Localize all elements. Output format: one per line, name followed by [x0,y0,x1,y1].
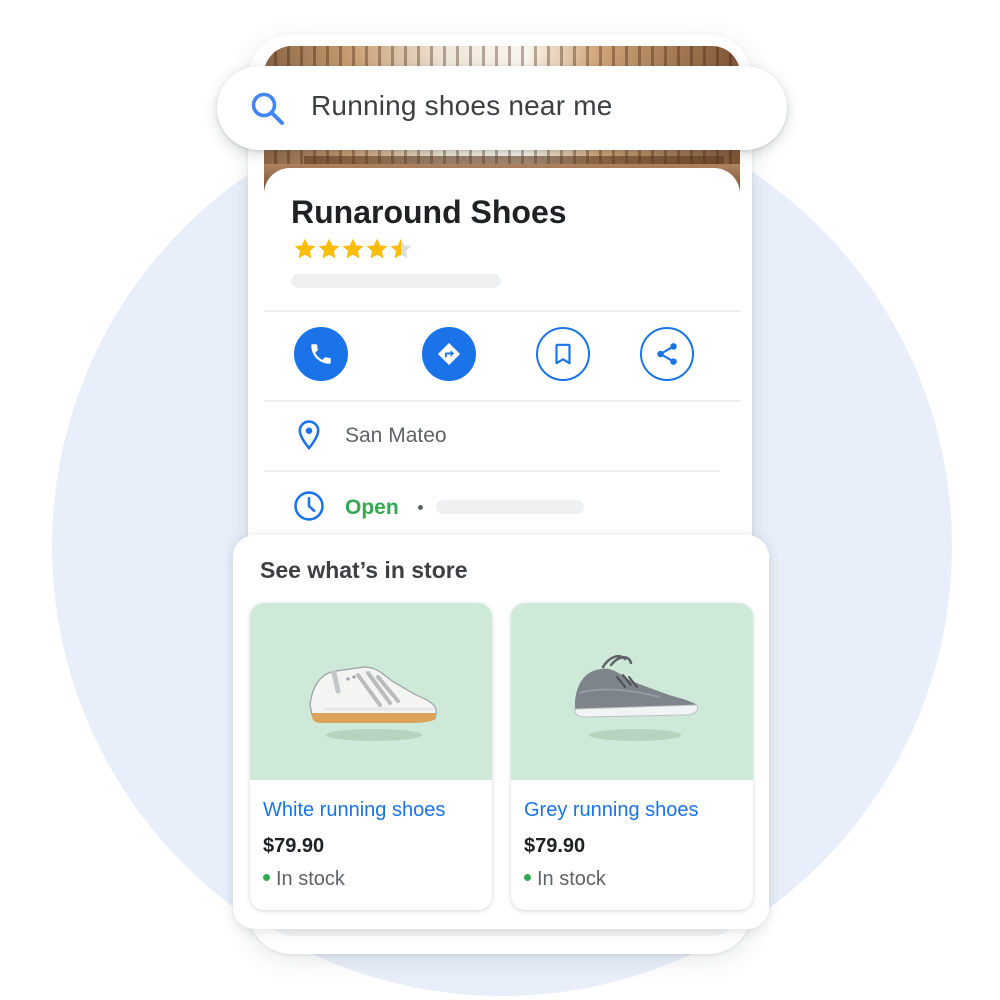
product-image [250,603,492,780]
place-title: Runaround Shoes [291,194,567,230]
white-shoe-image [309,666,437,741]
divider [264,310,740,312]
rating-stars [292,236,412,262]
divider [264,470,720,472]
save-button[interactable] [536,327,590,381]
in-stock-dot-icon [524,874,531,882]
location-row[interactable]: San Mateo [264,406,740,466]
bookmark-icon [555,343,571,365]
stock-status: In stock [524,868,606,891]
search-icon[interactable] [249,90,287,128]
product-name[interactable]: Grey running shoes [524,799,699,822]
place-card: Runaround Shoes San Mateo Open [264,168,740,568]
product-price: $79.90 [524,835,586,857]
search-bar[interactable]: Running shoes near me [217,66,787,150]
stock-text: In stock [276,868,345,890]
star-icon [294,238,316,259]
half-star-icon [390,238,412,259]
placeholder-line [291,274,501,288]
star-icon [318,238,340,259]
directions-icon [437,342,461,366]
open-status: Open [345,496,399,519]
in-store-title: See what’s in store [260,557,468,583]
in-store-card: See what’s in store White running shoes … [233,535,769,929]
star-icon [366,238,388,259]
location-text: San Mateo [345,424,447,447]
product-card[interactable]: Grey running shoes $79.90 In stock [511,603,753,910]
directions-button[interactable] [422,327,476,381]
store-shelf [304,156,724,164]
search-input[interactable]: Running shoes near me [311,90,613,122]
share-button[interactable] [640,327,694,381]
divider [264,400,740,402]
star-icon [342,238,364,259]
product-price: $79.90 [263,835,325,857]
in-stock-dot-icon [263,874,270,882]
call-button[interactable] [294,327,348,381]
hours-row[interactable]: Open [264,478,740,538]
hours-placeholder [436,500,584,514]
grey-shoe-image [574,655,698,741]
share-icon [657,343,677,365]
location-pin-icon [298,420,320,450]
clock-icon [294,491,324,521]
phone-icon [311,344,331,364]
separator-dot [418,505,423,510]
product-name[interactable]: White running shoes [263,799,445,822]
stock-text: In stock [537,868,606,890]
product-image [511,603,753,780]
product-card[interactable]: White running shoes $79.90 In stock [250,603,492,910]
stock-status: In stock [263,868,345,891]
